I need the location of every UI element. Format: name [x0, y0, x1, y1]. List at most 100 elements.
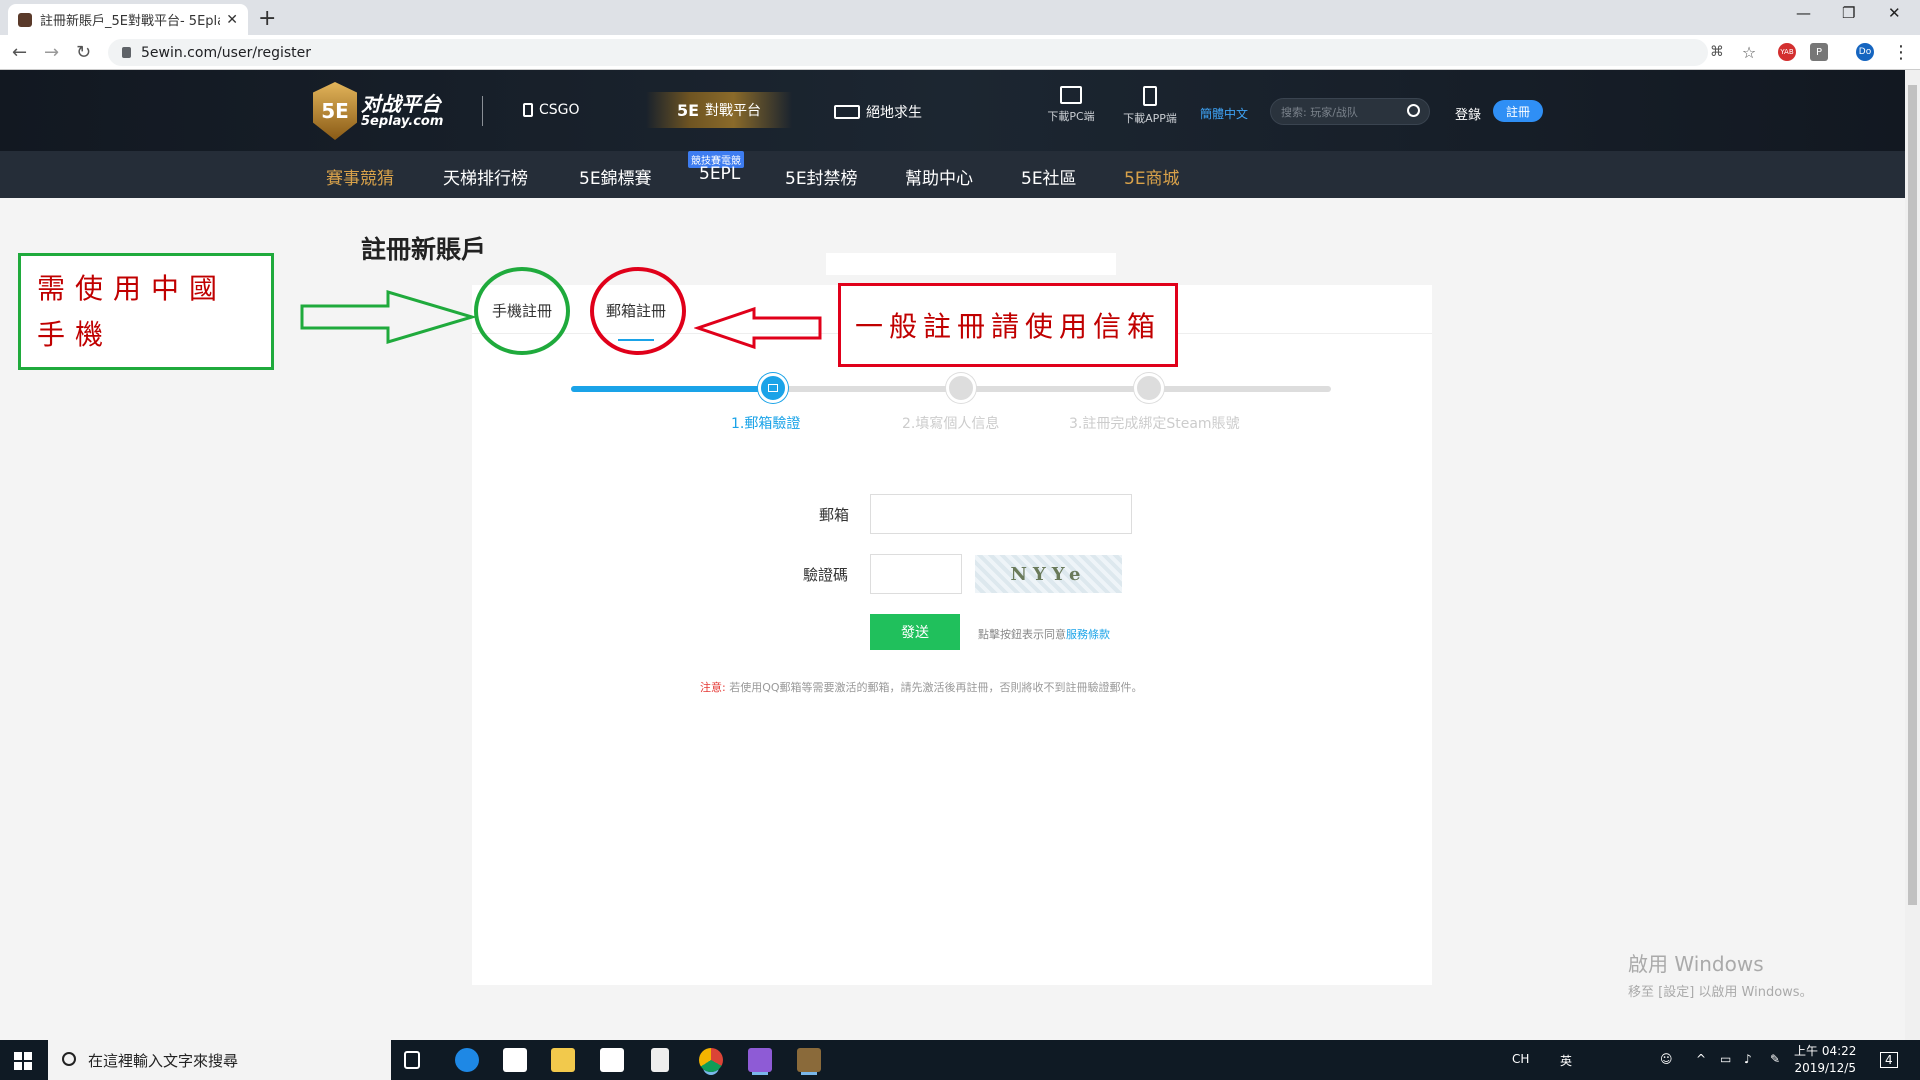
annotation-green-arrow-icon	[300, 289, 478, 345]
lock-icon	[122, 47, 131, 58]
csgo-icon	[523, 103, 533, 117]
profile-avatar[interactable]: Do	[1856, 43, 1874, 61]
nav-item-betting[interactable]: 賽事競猜	[326, 164, 394, 189]
register-button[interactable]: 註冊	[1493, 100, 1543, 122]
nav-item-ladder[interactable]: 天梯排行榜	[443, 164, 528, 189]
site-logo[interactable]: 5E 对战平台 5eplay.com	[313, 82, 453, 140]
step-1-mail-icon	[758, 373, 788, 403]
game-pubg[interactable]: 絕地求生	[834, 102, 922, 122]
download-pc-label: 下載PC端	[1047, 110, 1095, 123]
platform-tab[interactable]: 5E 對戰平台	[646, 92, 792, 128]
browser-toolbar: ← → ↻ 5ewin.com/user/register ⌘ ☆ YAB P …	[0, 35, 1920, 70]
people-icon[interactable]: ☺	[1660, 1052, 1673, 1066]
windows-activation-watermark: 啟用 Windows 移至 [設定] 以啟用 Windows。	[1628, 948, 1813, 1000]
bookmark-star-icon[interactable]: ☆	[1740, 43, 1758, 62]
step-2-user-icon	[946, 373, 976, 403]
watermark-line2: 移至 [設定] 以啟用 Windows。	[1628, 985, 1813, 1000]
forward-icon[interactable]: →	[44, 42, 59, 63]
close-tab-icon[interactable]: ✕	[226, 12, 238, 28]
search-icon[interactable]	[1407, 104, 1420, 117]
network-icon[interactable]: ▭	[1720, 1052, 1731, 1066]
search-icon	[62, 1052, 76, 1066]
clock-time: 上午 04:22	[1794, 1044, 1857, 1058]
windows-start-icon[interactable]	[14, 1052, 32, 1070]
search-input[interactable]: 搜索: 玩家/战队	[1270, 98, 1430, 125]
logo-subtitle: 5eplay.com	[361, 114, 444, 129]
game-csgo[interactable]: CSGO	[523, 102, 580, 118]
notification-icon[interactable]: 4	[1880, 1052, 1898, 1068]
logo-shield-icon: 5E	[313, 82, 357, 140]
scrollbar-thumb[interactable]	[1908, 85, 1917, 905]
download-app-label: 下載APP端	[1123, 112, 1177, 125]
agree-text: 點擊按鈕表示同意服務條款	[978, 626, 1110, 642]
ime-en[interactable]: 英	[1560, 1052, 1572, 1069]
step-3-label: 3.註冊完成綁定Steam賬號	[1069, 416, 1240, 432]
site-favicon-icon	[18, 12, 32, 27]
game-csgo-label: CSGO	[539, 102, 580, 118]
minecraft-icon[interactable]	[797, 1048, 821, 1072]
pen-icon[interactable]: ✎	[1770, 1052, 1780, 1066]
close-window-icon[interactable]: ✕	[1888, 4, 1901, 22]
extension-gray-icon[interactable]: P	[1810, 43, 1828, 61]
annotation-phone-note: 需使用中國手機	[18, 253, 274, 370]
tray-chevron-icon[interactable]: ^	[1696, 1052, 1706, 1066]
chrome-icon[interactable]	[699, 1048, 723, 1072]
minimize-icon[interactable]: —	[1796, 4, 1811, 22]
volume-icon[interactable]: ♪	[1744, 1052, 1752, 1066]
translate-icon[interactable]: ⌘	[1708, 43, 1726, 61]
agree-prefix: 點擊按鈕表示同意	[978, 628, 1066, 641]
address-bar[interactable]: 5ewin.com/user/register	[108, 39, 1708, 66]
email-field[interactable]	[870, 494, 1132, 534]
url-text: 5ewin.com/user/register	[141, 44, 312, 61]
file-icon[interactable]	[651, 1048, 669, 1072]
annotation-red-circle	[590, 267, 686, 355]
download-app[interactable]: 下載APP端	[1120, 86, 1180, 126]
taskbar-clock[interactable]: 上午 04:22 2019/12/5	[1794, 1043, 1856, 1077]
language-switch[interactable]: 簡體中文	[1200, 105, 1248, 122]
restore-icon[interactable]: ❐	[1842, 4, 1855, 22]
reload-icon[interactable]: ↻	[76, 42, 91, 63]
task-view-icon[interactable]	[404, 1051, 420, 1069]
captcha-field[interactable]	[870, 554, 962, 594]
file-explorer-icon[interactable]	[551, 1048, 575, 1072]
page-title: 註冊新賬戶	[361, 235, 487, 264]
nav-item-community[interactable]: 5E社區	[1021, 164, 1077, 189]
terms-link[interactable]: 服務條款	[1066, 628, 1110, 641]
back-icon[interactable]: ←	[12, 42, 27, 63]
pubg-icon	[834, 105, 860, 119]
captcha-label: 驗證碼	[803, 566, 849, 584]
nav-item-5epl[interactable]: 5EPL	[699, 164, 740, 184]
tab-title: 註冊新賬戶_5E對戰平台- 5Eplay	[40, 14, 221, 29]
menu-icon[interactable]: ⋮	[1892, 42, 1910, 63]
edge-icon[interactable]	[455, 1048, 479, 1072]
nav-item-shop[interactable]: 5E商城	[1124, 164, 1180, 189]
browser-tab[interactable]: 註冊新賬戶_5E對戰平台- 5Eplay ✕	[8, 4, 248, 35]
nav-item-help[interactable]: 幫助中心	[905, 164, 973, 189]
windows-taskbar: 在這裡輸入文字來搜尋 CH 英 ☺ ^ ▭ ♪ ✎ 上午 04:22 2019/…	[0, 1040, 1920, 1080]
send-button[interactable]: 發送	[870, 614, 960, 650]
store-icon[interactable]	[503, 1048, 527, 1072]
step-3-check-icon	[1134, 373, 1164, 403]
monitor-download-icon	[1060, 86, 1082, 104]
logo-title: 对战平台	[361, 92, 441, 116]
watermark-line1: 啟用 Windows	[1628, 952, 1764, 976]
step-1-label: 1.郵箱驗證	[731, 416, 801, 432]
header-divider	[482, 96, 483, 126]
site-header: 5E 对战平台 5eplay.com CSGO 5E 對戰平台 絕地求生 下載P…	[0, 70, 1905, 151]
browser-tabbar: 註冊新賬戶_5E對戰平台- 5Eplay ✕ + — ❐ ✕	[0, 0, 1920, 35]
mail-icon[interactable]	[600, 1048, 624, 1072]
annotation-green-circle	[474, 267, 570, 355]
annotation-email-note: 一般註冊請使用信箱	[838, 283, 1178, 367]
download-pc[interactable]: 下載PC端	[1041, 86, 1101, 124]
ime-ch[interactable]: CH	[1512, 1052, 1529, 1066]
extension-red-icon[interactable]: YAB	[1778, 43, 1796, 61]
taskbar-search-input[interactable]: 在這裡輸入文字來搜尋	[48, 1040, 391, 1080]
nav-item-tournament[interactable]: 5E錦標賽	[579, 164, 652, 189]
new-tab-icon[interactable]: +	[258, 6, 276, 31]
nav-item-banlist[interactable]: 5E封禁榜	[785, 164, 858, 189]
app-badge-icon[interactable]	[748, 1048, 772, 1072]
login-link[interactable]: 登錄	[1455, 104, 1481, 123]
step-2-label: 2.填寫個人信息	[902, 416, 1000, 432]
captcha-image[interactable]: NYYe	[975, 555, 1122, 593]
taskbar-search-placeholder: 在這裡輸入文字來搜尋	[88, 1051, 239, 1070]
